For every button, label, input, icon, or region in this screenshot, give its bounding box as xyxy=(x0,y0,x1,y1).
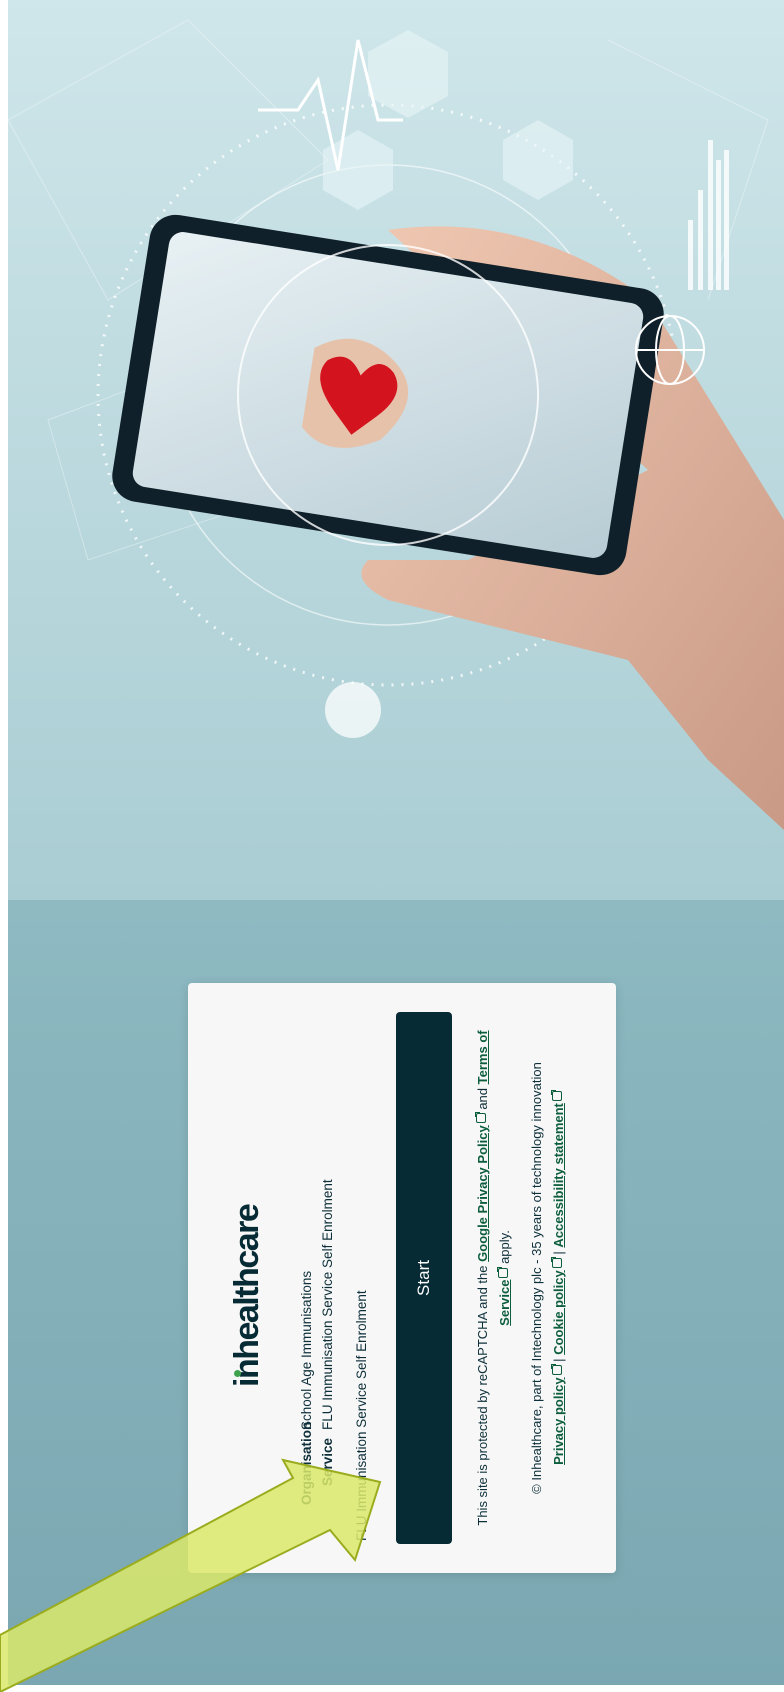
inhealthcare-logo: inhealthcare xyxy=(228,1205,267,1387)
logo-text: inhealthcare xyxy=(228,1204,266,1387)
external-link-icon xyxy=(498,1267,508,1278)
service-value: FLU Immunisation Service Self Enrolment xyxy=(320,1179,335,1430)
external-link-icon xyxy=(476,1113,486,1124)
recaptcha-suffix: apply. xyxy=(497,1230,512,1264)
recaptcha-notice: This site is protected by reCAPTCHA and … xyxy=(472,1013,516,1543)
cookie-link-text: Cookie policy xyxy=(551,1270,566,1355)
external-link-icon xyxy=(552,1258,562,1269)
cookie-policy-link[interactable]: Cookie policy xyxy=(551,1258,566,1355)
recaptcha-prefix: This site is protected by reCAPTCHA and … xyxy=(475,1265,490,1526)
copyright-text: © Inhealthcare, part of Intechnology plc… xyxy=(529,1062,544,1494)
accessibility-statement-link[interactable]: Accessibility statement xyxy=(551,1091,566,1248)
external-link-icon xyxy=(552,1091,562,1102)
external-link-icon xyxy=(552,1365,562,1376)
google-privacy-link[interactable]: Google Privacy Policy xyxy=(475,1113,490,1262)
hero-image xyxy=(8,0,784,900)
google-privacy-link-text: Google Privacy Policy xyxy=(475,1125,490,1262)
footer: © Inhealthcare, part of Intechnology plc… xyxy=(526,1013,570,1543)
accessibility-link-text: Accessibility statement xyxy=(551,1103,566,1248)
logo-dot-icon xyxy=(234,1370,241,1377)
footer-links: Privacy policy | Cookie policy | Accessi… xyxy=(548,1013,570,1543)
annotation-arrow-icon xyxy=(0,1458,382,1692)
link-separator: | xyxy=(551,1358,566,1362)
privacy-link-text: Privacy policy xyxy=(551,1377,566,1465)
recaptcha-and: and xyxy=(475,1087,490,1110)
privacy-policy-link[interactable]: Privacy policy xyxy=(551,1365,566,1465)
start-button[interactable]: Start xyxy=(396,1012,452,1544)
organisation-value: School Age Immunisations xyxy=(299,1270,314,1430)
link-separator: | xyxy=(551,1251,566,1255)
